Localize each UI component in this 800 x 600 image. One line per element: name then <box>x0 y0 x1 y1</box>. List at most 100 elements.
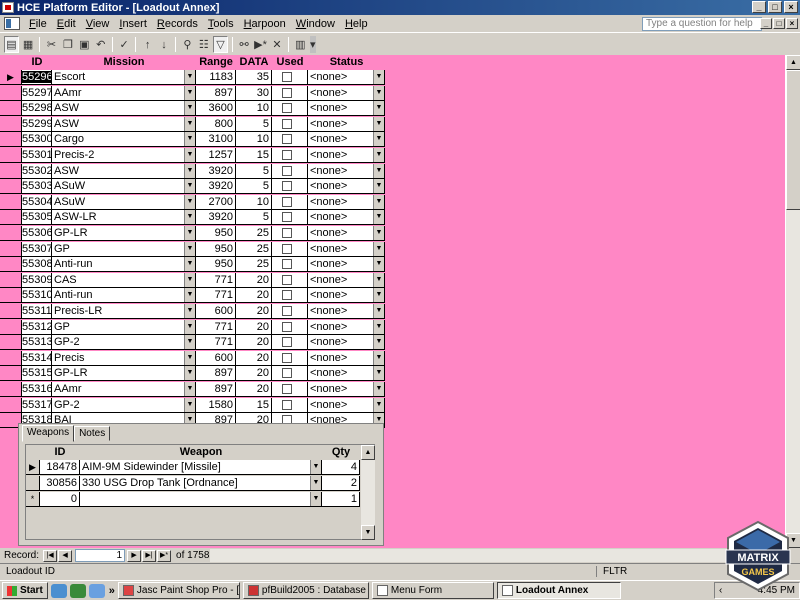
cell-id[interactable]: 55317 <box>22 397 52 413</box>
cell-status[interactable]: <none> ▼ <box>308 194 385 210</box>
table-row[interactable]: 55315 GP-LR ▼ 897 20 <none> ▼ <box>0 366 385 382</box>
row-selector[interactable] <box>0 319 22 335</box>
cell-mission[interactable]: ASW ▼ <box>52 163 196 179</box>
cell-range[interactable]: 950 <box>196 241 236 257</box>
design-view-icon[interactable]: ▤ <box>4 36 19 53</box>
chevron-down-icon[interactable]: ▼ <box>184 132 195 147</box>
copy-icon[interactable]: ❐ <box>61 36 75 53</box>
weapon-row-selector[interactable]: * <box>26 492 40 507</box>
row-selector[interactable] <box>0 163 22 179</box>
chevron-down-icon[interactable]: ▼ <box>373 163 384 178</box>
menu-window[interactable]: Window <box>291 18 340 30</box>
chevron-down-icon[interactable]: ▼ <box>184 335 195 350</box>
table-row[interactable]: ▶ 55296 Escort ▼ 1183 35 <none> ▼ <box>0 70 385 86</box>
cell-range[interactable]: 771 <box>196 288 236 304</box>
cell-data[interactable]: 15 <box>236 397 272 413</box>
explorer-icon[interactable] <box>88 583 105 598</box>
cell-used[interactable] <box>272 210 308 226</box>
cell-mission[interactable]: Precis-2 ▼ <box>52 148 196 163</box>
cell-data[interactable]: 5 <box>236 179 272 195</box>
table-row[interactable]: 55307 GP ▼ 950 25 <none> ▼ <box>0 241 385 258</box>
row-selector[interactable] <box>0 335 22 351</box>
weapon-cell-name[interactable]: 330 USG Drop Tank [Ordnance] ▼ <box>80 476 322 491</box>
chevron-down-icon[interactable]: ▼ <box>184 101 195 116</box>
cell-mission[interactable]: GP-LR ▼ <box>52 226 196 241</box>
cell-used[interactable] <box>272 350 308 366</box>
chevron-down-icon[interactable]: ▼ <box>184 85 195 100</box>
cell-status[interactable]: <none> ▼ <box>308 148 385 163</box>
cell-status[interactable]: <none> ▼ <box>308 319 385 335</box>
chevron-down-icon[interactable]: ▼ <box>373 194 384 209</box>
cell-range[interactable]: 3600 <box>196 101 236 117</box>
cell-used[interactable] <box>272 70 308 85</box>
previous-record-button[interactable]: ◀ <box>58 549 73 562</box>
cell-range[interactable]: 3100 <box>196 132 236 148</box>
used-checkbox[interactable] <box>282 228 292 238</box>
cell-id[interactable]: 55316 <box>22 382 52 397</box>
chevron-down-icon[interactable]: ▼ <box>373 397 384 412</box>
cell-id[interactable]: 55302 <box>22 163 52 179</box>
cell-status[interactable]: <none> ▼ <box>308 132 385 148</box>
weapon-cell-id[interactable]: 18478 <box>40 460 80 475</box>
cut-icon[interactable]: ✂ <box>44 36 58 53</box>
row-selector[interactable]: ▶ <box>0 70 22 85</box>
column-header-range[interactable]: Range <box>196 55 236 69</box>
weapons-header-qty[interactable]: Qty <box>322 446 360 459</box>
cell-range[interactable]: 3920 <box>196 210 236 226</box>
chevron-down-icon[interactable]: ▼ <box>184 366 195 381</box>
cell-range[interactable]: 771 <box>196 272 236 288</box>
cell-status[interactable]: <none> ▼ <box>308 101 385 117</box>
row-selector[interactable] <box>0 85 22 101</box>
cell-status[interactable]: <none> ▼ <box>308 335 385 351</box>
chevron-down-icon[interactable]: ▼ <box>373 116 384 131</box>
cell-mission[interactable]: AAmr ▼ <box>52 85 196 101</box>
menu-harpoon[interactable]: Harpoon <box>239 18 291 30</box>
cell-used[interactable] <box>272 116 308 132</box>
chevron-down-icon[interactable]: ▼ <box>373 304 384 318</box>
doc-minimize-button[interactable]: _ <box>760 18 772 29</box>
chevron-down-icon[interactable]: ▼ <box>373 335 384 350</box>
new-record-button[interactable]: ▶* <box>157 549 172 562</box>
form-icon[interactable] <box>4 17 20 30</box>
chevron-down-icon[interactable]: ▼ <box>184 350 195 365</box>
scroll-up-icon[interactable]: ▲ <box>786 55 800 70</box>
cell-id[interactable]: 55315 <box>22 366 52 382</box>
filter-by-selection-icon[interactable]: ⚲ <box>180 36 194 53</box>
table-row[interactable]: 55309 CAS ▼ 771 20 <none> ▼ <box>0 272 385 289</box>
chevron-down-icon[interactable]: ▼ <box>184 179 195 194</box>
used-checkbox[interactable] <box>282 352 292 363</box>
row-selector[interactable] <box>0 288 22 304</box>
start-button[interactable]: Start <box>2 582 48 599</box>
chevron-down-icon[interactable]: ▼ <box>184 272 195 287</box>
row-selector[interactable] <box>0 397 22 413</box>
help-search-input[interactable]: Type a question for help <box>642 17 762 31</box>
menu-edit[interactable]: Edit <box>52 18 81 30</box>
cell-range[interactable]: 800 <box>196 116 236 132</box>
cell-data[interactable]: 5 <box>236 163 272 179</box>
weapons-scrollbar[interactable]: ▲ ▼ <box>361 445 375 540</box>
task-pfbuild[interactable]: pfBuild2005 : Database (... <box>242 582 369 599</box>
cell-mission[interactable]: ASuW ▼ <box>52 179 196 195</box>
cell-data[interactable]: 20 <box>236 366 272 382</box>
table-row[interactable]: 55300 Cargo ▼ 3100 10 <none> ▼ <box>0 132 385 148</box>
chevron-down-icon[interactable]: ▼ <box>373 132 384 147</box>
row-selector[interactable] <box>0 148 22 163</box>
cell-data[interactable]: 20 <box>236 335 272 351</box>
cell-status[interactable]: <none> ▼ <box>308 272 385 288</box>
menu-records[interactable]: Records <box>152 18 203 30</box>
chevron-down-icon[interactable]: ▼ <box>373 85 384 100</box>
last-record-button[interactable]: ▶| <box>142 549 157 562</box>
cell-used[interactable] <box>272 366 308 382</box>
next-record-button[interactable]: ▶ <box>127 549 142 562</box>
used-checkbox[interactable] <box>282 134 292 145</box>
cell-status[interactable]: <none> ▼ <box>308 397 385 413</box>
weapon-cell-qty[interactable]: 2 <box>322 476 360 491</box>
cell-data[interactable]: 5 <box>236 116 272 132</box>
row-selector[interactable] <box>0 272 22 288</box>
minimize-button[interactable]: _ <box>752 1 766 13</box>
apply-filter-icon[interactable]: ▽ <box>213 36 228 53</box>
cell-range[interactable]: 771 <box>196 335 236 351</box>
cell-used[interactable] <box>272 148 308 163</box>
delete-record-icon[interactable]: ✕ <box>270 36 284 53</box>
quick-launch-icon[interactable] <box>69 583 86 598</box>
